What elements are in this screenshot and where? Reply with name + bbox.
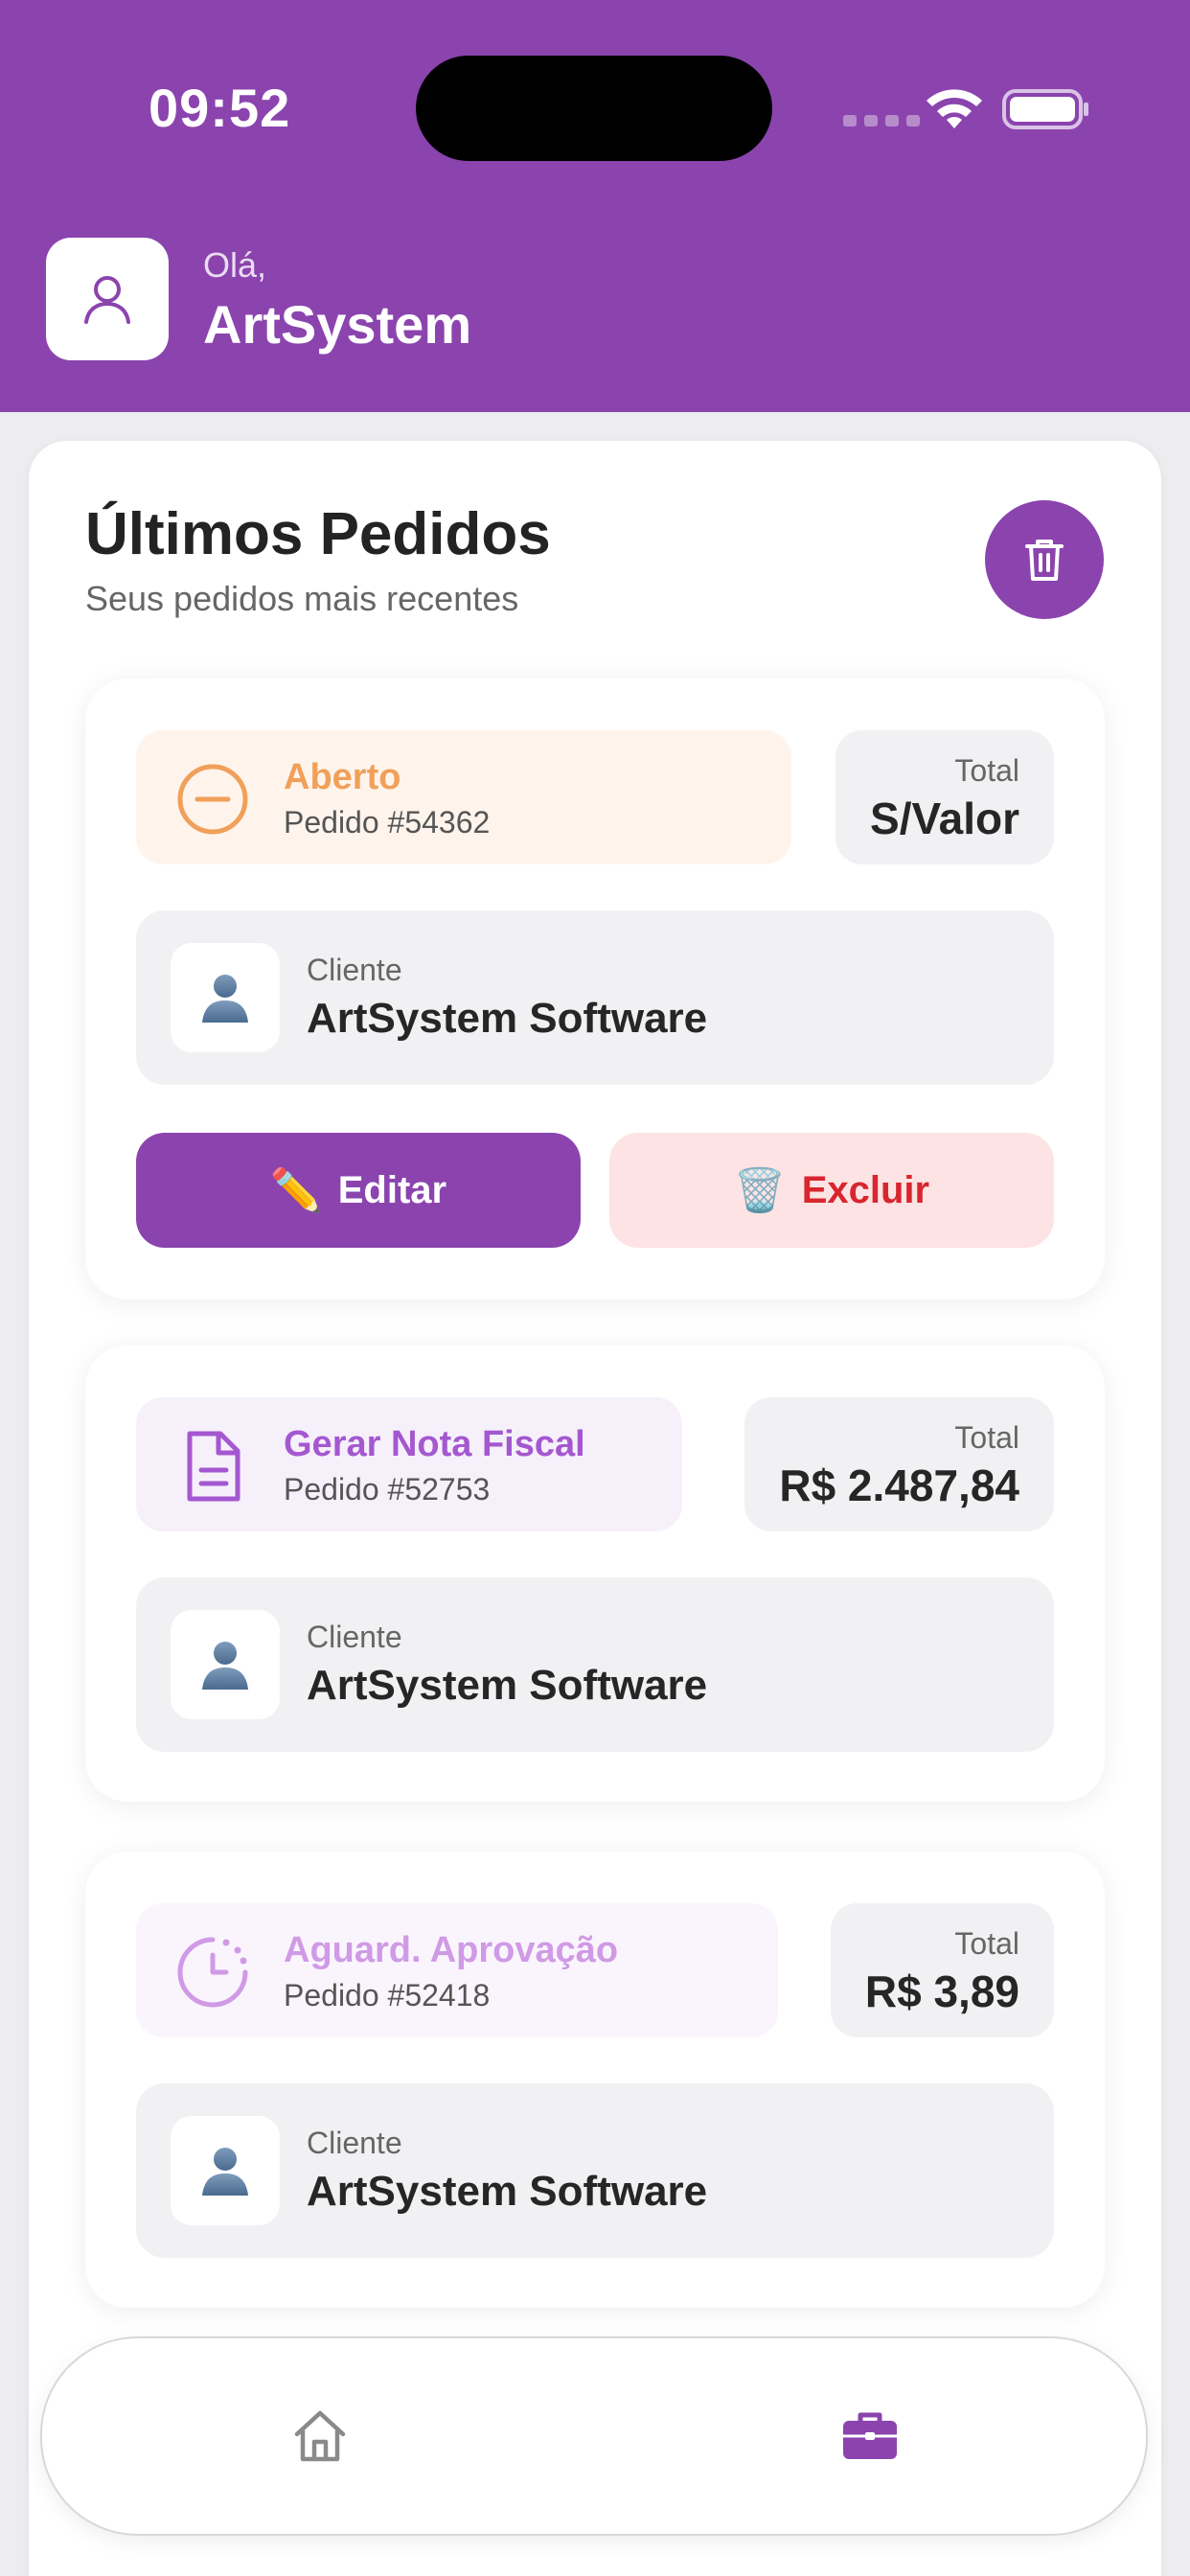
order-total: Total R$ 3,89 — [830, 1903, 1054, 2037]
battery-icon — [1002, 89, 1088, 129]
person-silhouette-icon — [202, 2148, 248, 2196]
order-number: Pedido #52753 — [284, 1472, 491, 1506]
client-label: Cliente — [307, 2126, 402, 2160]
wastebasket-icon: 🗑️ — [733, 1167, 787, 1214]
screen: 09:52 Olá, ArtSystem Últimos Pedidos Seu… — [0, 0, 1190, 2576]
order-number: Pedido #52418 — [284, 1978, 491, 2012]
user-avatar-button[interactable] — [46, 238, 169, 360]
order-total: Total R$ 2.487,84 — [744, 1397, 1054, 1531]
delete-order-button[interactable]: 🗑️ Excluir — [609, 1133, 1054, 1248]
client-avatar — [171, 2116, 280, 2225]
app-header: 09:52 Olá, ArtSystem — [0, 0, 1190, 412]
status-label: Aberto — [284, 757, 401, 797]
order-card[interactable]: Aberto Pedido #54362 Total S/Valor Clien… — [85, 678, 1105, 1300]
total-label: Total — [954, 1926, 1019, 1961]
order-total: Total S/Valor — [835, 730, 1054, 864]
cellular-signal-icon — [843, 115, 920, 126]
client-name: ArtSystem Software — [307, 995, 708, 1042]
total-value: R$ 2.487,84 — [779, 1460, 1019, 1510]
total-label: Total — [954, 1420, 1019, 1455]
document-icon — [187, 1431, 240, 1502]
delete-label: Excluir — [801, 1168, 930, 1211]
client-label: Cliente — [307, 1620, 402, 1654]
minus-circle-icon — [177, 764, 248, 835]
total-value: S/Valor — [870, 794, 1019, 843]
client-name: ArtSystem Software — [307, 1662, 708, 1709]
client-info: Cliente ArtSystem Software — [136, 2083, 1054, 2258]
client-label: Cliente — [307, 953, 402, 987]
person-silhouette-icon — [202, 975, 248, 1023]
client-info: Cliente ArtSystem Software — [136, 910, 1054, 1085]
clear-orders-button[interactable] — [985, 500, 1104, 619]
order-card[interactable]: Gerar Nota Fiscal Pedido #52753 Total R$… — [85, 1346, 1105, 1802]
status-pill: Aguard. Aprovação Pedido #52418 — [136, 1903, 778, 2037]
client-info: Cliente ArtSystem Software — [136, 1577, 1054, 1752]
total-label: Total — [954, 753, 1019, 788]
status-pill: Aberto Pedido #54362 — [136, 730, 791, 864]
edit-order-button[interactable]: ✏️ Editar — [136, 1133, 581, 1248]
client-avatar — [171, 943, 280, 1052]
status-time: 09:52 — [149, 78, 291, 138]
user-name: ArtSystem — [203, 294, 472, 355]
bottom-nav — [42, 2338, 1146, 2534]
section-subtitle: Seus pedidos mais recentes — [85, 579, 519, 618]
pencil-icon: ✏️ — [269, 1167, 323, 1214]
order-number: Pedido #54362 — [284, 805, 491, 840]
section-title: Últimos Pedidos — [85, 501, 551, 567]
status-pill: Gerar Nota Fiscal Pedido #52753 — [136, 1397, 682, 1531]
client-name: ArtSystem Software — [307, 2168, 708, 2215]
total-value: R$ 3,89 — [864, 1966, 1019, 2016]
nav-item-home[interactable] — [272, 2388, 368, 2484]
client-avatar — [171, 1610, 280, 1719]
dynamic-island — [416, 56, 772, 161]
home-icon — [294, 2410, 346, 2462]
person-silhouette-icon — [202, 1642, 248, 1690]
status-label: Gerar Nota Fiscal — [284, 1424, 585, 1464]
status-label: Aguard. Aprovação — [284, 1930, 619, 1970]
wifi-icon — [927, 89, 982, 128]
clock-icon — [177, 1937, 248, 2008]
briefcase-icon — [843, 2412, 897, 2459]
order-card[interactable]: Aguard. Aprovação Pedido #52418 Total R$… — [85, 1852, 1105, 2308]
user-icon — [84, 276, 130, 324]
trash-icon — [1025, 540, 1064, 581]
nav-item-orders[interactable] — [822, 2388, 918, 2484]
edit-label: Editar — [337, 1168, 447, 1211]
greeting-text: Olá, — [203, 245, 267, 285]
